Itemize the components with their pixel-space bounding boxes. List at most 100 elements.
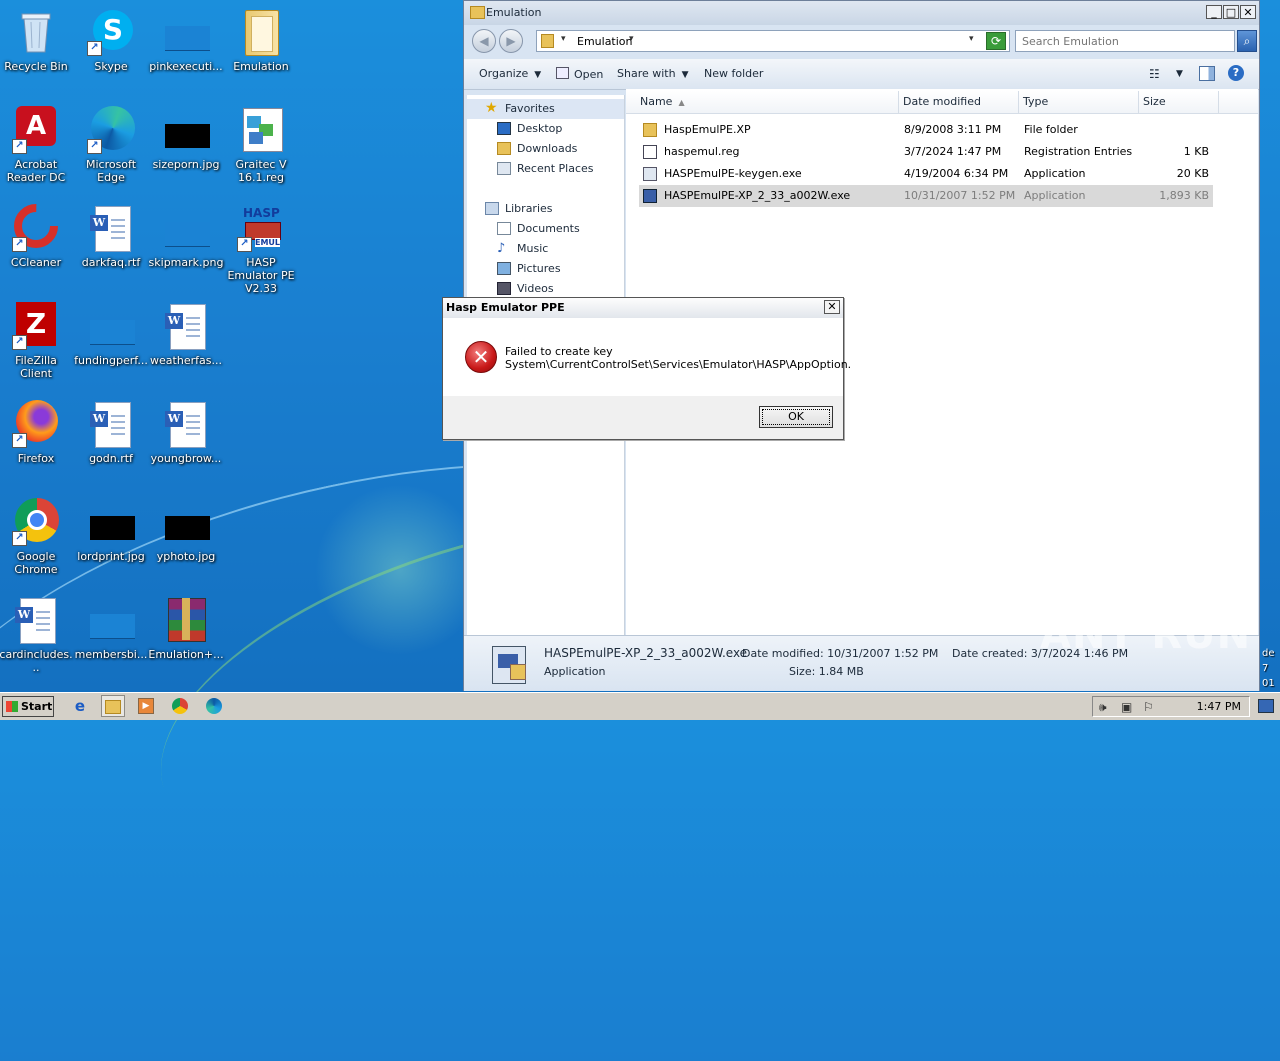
preview-pane-icon[interactable] (1199, 66, 1215, 81)
recycle-bin-icon (12, 8, 60, 56)
refresh-button[interactable]: ⟳ (986, 32, 1006, 50)
share-with-button[interactable]: Share with ▼ (617, 67, 689, 80)
libraries-icon (485, 202, 499, 215)
desktop-icon-hasp-emulator[interactable]: HASP EMUL ↗ HASP Emulator PE V2.33 (223, 204, 299, 295)
details-size: Size: 1.84 MB (789, 665, 864, 678)
file-row-selected[interactable]: HASPEmulPE-XP_2_33_a002W.exe 10/31/2007 … (639, 185, 1213, 207)
clock[interactable]: 1:47 PM (1197, 700, 1241, 713)
desktop-icon-chrome[interactable]: ↗ Google Chrome (0, 498, 74, 576)
volume-icon[interactable]: 🕪 (1099, 700, 1107, 715)
chevron-right-icon[interactable]: ▾ (561, 34, 566, 44)
action-center-flag-icon[interactable]: ⚐ (1143, 700, 1154, 714)
chevron-down-icon: ▼ (681, 70, 689, 80)
desktop-icon-weatherfas[interactable]: W weatherfas... (148, 302, 224, 367)
desktop-icon-acrobat[interactable]: A ↗ Acrobat Reader DC (0, 106, 74, 184)
file-date: 3/7/2024 1:47 PM (904, 145, 1002, 158)
desktop-icon-ccleaner[interactable]: ↗ CCleaner (0, 204, 74, 269)
desktop-icon-label: fundingperf... (74, 354, 148, 367)
column-header-size[interactable]: Size (1139, 91, 1219, 113)
dialog-close-button[interactable]: ✕ (824, 300, 840, 314)
ok-button[interactable]: OK (759, 406, 833, 428)
search-box[interactable] (1015, 30, 1235, 52)
file-explorer-taskbar-button[interactable] (101, 695, 125, 717)
desktop-icon-label: Emulation (233, 60, 289, 73)
maximize-button[interactable]: □ (1223, 5, 1239, 19)
registry-file-icon (237, 106, 285, 154)
address-box[interactable]: ▾ Emulation ▾ ▾ (536, 30, 1010, 52)
network-icon[interactable]: ▣ (1121, 700, 1132, 714)
column-header-name[interactable]: Name ▲ (626, 91, 899, 113)
desktop-icon-recycle-bin[interactable]: Recycle Bin (0, 8, 74, 73)
desktop-icon-yphoto[interactable]: yphoto.jpg (148, 498, 224, 563)
desktop-icon-label: membersbi... (74, 648, 148, 661)
file-size: 1,893 KB (1159, 189, 1209, 202)
nav-desktop[interactable]: Desktop (467, 119, 624, 139)
help-icon[interactable]: ? (1228, 65, 1244, 81)
back-button[interactable]: ◀ (472, 29, 496, 53)
internet-explorer-icon[interactable]: e (68, 695, 92, 717)
start-button[interactable]: Start (2, 696, 54, 717)
file-row[interactable]: haspemul.reg 3/7/2024 1:47 PM Registrati… (639, 141, 1213, 163)
desktop-icon-godn[interactable]: W godn.rtf (73, 400, 149, 465)
explorer-titlebar[interactable]: Emulation _ □ ✕ (464, 1, 1259, 25)
view-options-icon[interactable]: ☷ (1149, 67, 1160, 81)
file-row[interactable]: HASPEmulPE-keygen.exe 4/19/2004 6:34 PM … (639, 163, 1213, 185)
close-button[interactable]: ✕ (1240, 5, 1256, 19)
desktop-icon-filezilla[interactable]: Z ↗ FileZilla Client (0, 302, 74, 380)
new-folder-button[interactable]: New folder (704, 67, 763, 80)
open-button[interactable]: Open (556, 67, 603, 81)
address-history-dropdown[interactable]: ▾ (969, 34, 974, 44)
dialog-titlebar[interactable]: Hasp Emulator PPE ✕ (443, 298, 843, 319)
chevron-down-icon[interactable]: ▼ (1176, 69, 1183, 79)
ccleaner-icon: ↗ (12, 204, 60, 252)
error-dialog[interactable]: Hasp Emulator PPE ✕ ✕ Failed to create k… (442, 297, 851, 440)
minimize-button[interactable]: _ (1206, 5, 1222, 19)
nav-pictures[interactable]: Pictures (467, 259, 624, 279)
nav-label: Favorites (505, 102, 555, 115)
nav-downloads[interactable]: Downloads (467, 139, 624, 159)
desktop-icon-emulation-archive[interactable]: Emulation+... (148, 596, 224, 661)
nav-recent-places[interactable]: Recent Places (467, 159, 624, 179)
watermark: ANY RUN (1040, 612, 1252, 658)
nav-videos[interactable]: Videos (467, 279, 624, 299)
forward-button[interactable]: ▶ (499, 29, 523, 53)
nav-favorites[interactable]: ★ Favorites (467, 99, 624, 119)
desktop-icon-youngbrow[interactable]: W youngbrow... (148, 400, 224, 465)
desktop-icon-label: Recycle Bin (4, 60, 68, 73)
file-row[interactable]: HaspEmulPE.XP 8/9/2008 3:11 PM File fold… (639, 119, 1213, 141)
desktop-icon-sizeporn[interactable]: sizeporn.jpg (148, 106, 224, 171)
desktop-icon-edge[interactable]: ↗ Microsoft Edge (73, 106, 149, 184)
desktop-icon-label: Skype (94, 60, 128, 73)
search-icon[interactable]: ⌕ (1237, 30, 1257, 52)
desktop-icon-lordprint[interactable]: lordprint.jpg (73, 498, 149, 563)
nav-documents[interactable]: Documents (467, 219, 624, 239)
nav-label: Pictures (517, 262, 561, 275)
desktop-icon-cardincludes[interactable]: W cardincludes... (0, 596, 74, 674)
desktop-icon-firefox[interactable]: ↗ Firefox (0, 400, 74, 465)
desktop-icon-darkfaq[interactable]: W darkfaq.rtf (73, 204, 149, 269)
desktop-icon-emulation-folder[interactable]: Emulation (223, 8, 299, 73)
videos-icon (497, 282, 511, 295)
organize-button[interactable]: Organize ▼ (479, 67, 541, 80)
desktop-icon-label: HASP Emulator PE V2.33 (227, 256, 295, 295)
edge-taskbar-icon[interactable] (202, 695, 226, 717)
column-header-type[interactable]: Type (1019, 91, 1139, 113)
show-desktop-icon[interactable] (1258, 699, 1274, 713)
media-player-icon[interactable]: ▶ (134, 695, 158, 717)
desktop-icon-skipmark[interactable]: skipmark.png (148, 204, 224, 269)
desktop-icon-membersbi[interactable]: membersbi... (73, 596, 149, 661)
chrome-taskbar-icon[interactable] (168, 695, 192, 717)
file-type: File folder (1024, 123, 1078, 136)
search-input[interactable] (1020, 34, 1224, 49)
desktop-icon-graitec-reg[interactable]: Graitec V 16.1.reg (223, 106, 299, 184)
nav-label: Documents (517, 222, 580, 235)
nav-libraries[interactable]: Libraries (467, 199, 624, 219)
desktop-icon-skype[interactable]: S ↗ Skype (73, 8, 149, 73)
desktop-icon-fundingperf[interactable]: fundingperf... (73, 302, 149, 367)
column-header-date[interactable]: Date modified (899, 91, 1019, 113)
address-breadcrumb[interactable]: Emulation (577, 35, 633, 48)
desktop-icon-label: yphoto.jpg (156, 550, 216, 563)
nav-music[interactable]: ♪ Music (467, 239, 624, 259)
desktop-icon-pinkexecuti[interactable]: pinkexecuti... (148, 8, 224, 73)
chevron-down-icon[interactable]: ▾ (629, 34, 634, 44)
